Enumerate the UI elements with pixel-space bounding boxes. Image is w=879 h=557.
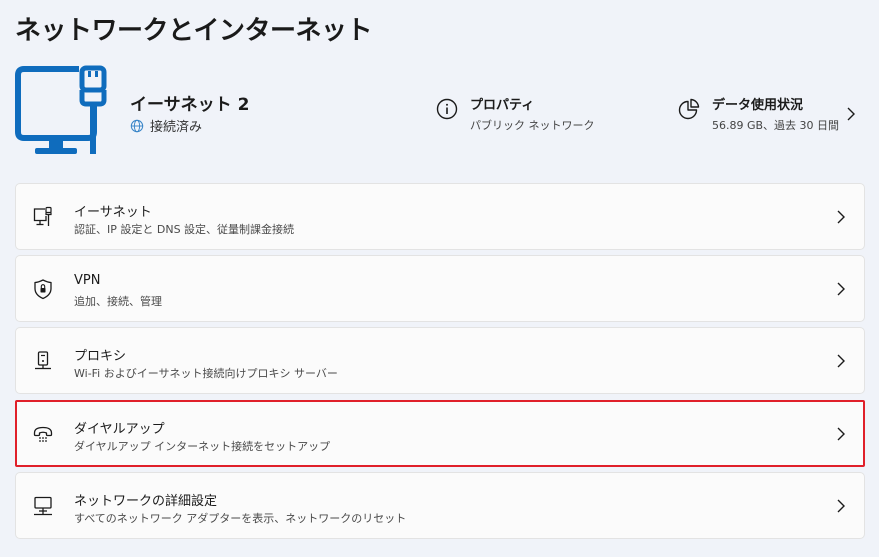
chevron-right-icon[interactable] (845, 106, 857, 122)
proxy-server-icon (35, 351, 51, 370)
info-icon (436, 98, 458, 120)
adapter-name: イーサネット 2 (130, 95, 250, 115)
dialup-phone-icon (33, 426, 53, 442)
connection-status: 接続済み (130, 116, 202, 135)
chevron-right-icon (837, 354, 845, 368)
data-usage-subtitle: 56.89 GB、過去 30 日間 (712, 119, 840, 132)
network-status-hero: イーサネット 2 接続済み プロパティ パブリック ネットワーク データ使用状況… (0, 58, 879, 168)
settings-card-proxy[interactable]: プロキシ Wi-Fi およびイーサネット接続向けプロキシ サーバー (15, 327, 865, 394)
connection-status-text: 接続済み (150, 120, 203, 135)
card-title: ネットワークの詳細設定 (74, 494, 218, 509)
ethernet-icon (33, 206, 52, 226)
card-title: イーサネット (74, 205, 152, 220)
settings-card-vpn[interactable]: VPN 追加、接続、管理 (15, 255, 865, 322)
pie-chart-icon (678, 98, 700, 120)
page-title: ネットワークとインターネット (15, 16, 373, 46)
settings-card-ethernet[interactable]: イーサネット 認証、IP 設定と DNS 設定、従量制課金接続 (15, 183, 865, 250)
card-subtitle: すべてのネットワーク アダプターを表示、ネットワークのリセット (74, 512, 407, 525)
properties-link[interactable]: プロパティ パブリック ネットワーク (436, 94, 595, 133)
network-computer-icon (34, 496, 52, 516)
shield-icon (34, 279, 52, 300)
card-subtitle: 追加、接続、管理 (74, 295, 162, 308)
chevron-right-icon (837, 282, 845, 296)
card-title: ダイヤルアップ (74, 422, 165, 437)
properties-subtitle: パブリック ネットワーク (470, 119, 595, 132)
chevron-right-icon (837, 499, 845, 513)
card-title: プロキシ (74, 349, 127, 364)
card-subtitle: ダイヤルアップ インターネット接続をセットアップ (74, 440, 331, 453)
ethernet-monitor-icon (15, 65, 107, 154)
card-title: VPN (74, 273, 101, 288)
data-usage-link[interactable]: データ使用状況 56.89 GB、過去 30 日間 (678, 94, 839, 133)
properties-title: プロパティ (470, 98, 535, 113)
card-subtitle: 認証、IP 設定と DNS 設定、従量制課金接続 (74, 223, 295, 236)
chevron-right-icon (837, 427, 845, 441)
settings-card-dialup[interactable]: ダイヤルアップ ダイヤルアップ インターネット接続をセットアップ (15, 400, 865, 467)
chevron-right-icon (837, 210, 845, 224)
data-usage-title: データ使用状況 (712, 98, 804, 113)
settings-card-advanced-network[interactable]: ネットワークの詳細設定 すべてのネットワーク アダプターを表示、ネットワークのリ… (15, 472, 865, 539)
card-subtitle: Wi-Fi およびイーサネット接続向けプロキシ サーバー (74, 367, 338, 380)
globe-icon (130, 119, 144, 132)
